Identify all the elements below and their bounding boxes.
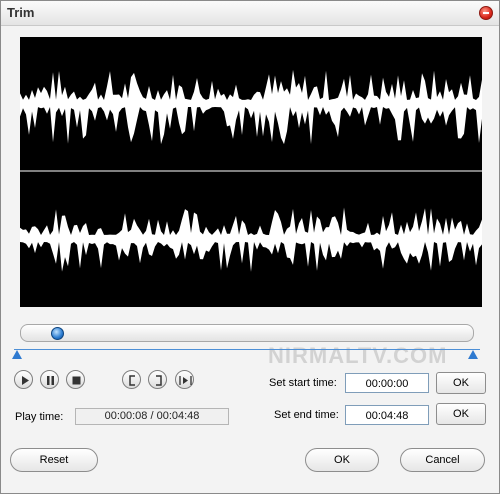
waveform-display[interactable] [20, 37, 482, 307]
stop-button[interactable] [66, 370, 85, 389]
play-selection-icon [179, 376, 192, 385]
set-end-button[interactable] [148, 370, 167, 389]
play-time-readout: 00:00:08 / 00:04:48 [75, 408, 229, 425]
mark-start-icon [129, 375, 135, 386]
watermark: NIRMALTV.COM [268, 343, 448, 368]
stop-icon [72, 376, 81, 385]
selection-range-line [14, 349, 480, 350]
waveform-svg [20, 69, 482, 272]
slider-thumb[interactable] [50, 327, 64, 340]
reset-button[interactable]: Reset [10, 448, 98, 472]
play-time-label: Play time: [15, 411, 64, 423]
end-time-field[interactable]: 00:04:48 [345, 405, 429, 425]
position-slider[interactable] [20, 324, 474, 342]
start-time-field[interactable]: 00:00:00 [345, 373, 429, 393]
set-start-button[interactable] [122, 370, 141, 389]
pause-button[interactable] [40, 370, 59, 389]
play-selection-button[interactable] [175, 370, 194, 389]
start-marker[interactable] [12, 350, 22, 359]
ok-button[interactable]: OK [305, 448, 379, 472]
close-icon[interactable] [479, 6, 493, 20]
pause-icon [47, 376, 54, 385]
end-ok-button[interactable]: OK [436, 403, 486, 425]
window-title: Trim [7, 5, 35, 20]
start-time-label: Set start time: [269, 377, 337, 389]
end-time-label: Set end time: [274, 409, 339, 421]
start-ok-button[interactable]: OK [436, 372, 486, 394]
play-button[interactable] [14, 370, 33, 389]
end-marker[interactable] [468, 350, 478, 359]
waveform-channel-1 [20, 69, 482, 145]
mark-end-icon [156, 375, 162, 386]
cancel-button[interactable]: Cancel [400, 448, 485, 472]
play-icon [22, 376, 29, 385]
title-bar: Trim [1, 1, 499, 26]
